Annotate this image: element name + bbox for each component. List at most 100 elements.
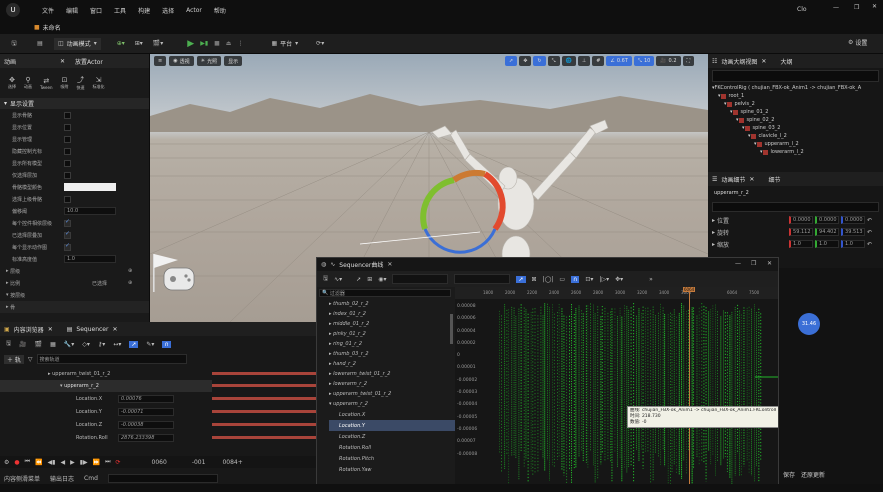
tab-content-browser[interactable]: 内容浏览器 <box>14 325 44 334</box>
tree-row[interactable]: ▾ spine_02_2 <box>712 116 883 124</box>
height-value-field[interactable]: 1.0 <box>64 255 116 263</box>
more-icon[interactable]: » <box>649 276 653 283</box>
film-icon[interactable]: ▦ <box>50 341 56 348</box>
tool-snap[interactable]: ⊡ 吸附 <box>61 76 69 90</box>
angle-snap-button[interactable]: ∠ 0.6T <box>606 56 632 66</box>
gizmo-ring-orange[interactable] <box>452 169 486 183</box>
start-frame[interactable]: -001 <box>192 459 206 466</box>
menu-build[interactable]: 构建 <box>132 6 156 15</box>
maximize-viewport-icon[interactable]: ⛶ <box>682 56 695 66</box>
tree-row[interactable]: ▾ clavicle_l_2 <box>712 132 883 140</box>
save-icon[interactable]: 🖫 <box>8 39 20 49</box>
offset-value-field[interactable]: 10.0 <box>64 207 116 215</box>
menu-actor[interactable]: Actor <box>180 7 208 14</box>
location-x-field[interactable]: 0.0000 <box>789 216 814 224</box>
curve-track[interactable]: ▸ ring_01_r_2 <box>329 339 455 349</box>
tree-scrollbar[interactable] <box>450 314 453 344</box>
grid-snap-button[interactable]: # <box>592 56 605 66</box>
menu-select[interactable]: 选择 <box>156 6 180 15</box>
tree-row[interactable]: ▾ upperarm_l_2 <box>712 140 883 148</box>
track-row[interactable]: Rotation.Roll 2876.233398 <box>0 431 212 444</box>
view-icon[interactable]: ◉▾ <box>378 276 386 283</box>
close-button[interactable]: ✕ <box>767 260 772 267</box>
close-icon[interactable]: ✕ <box>749 176 754 183</box>
settings-dropdown[interactable]: ⚙ 设置 <box>848 38 867 47</box>
color-swatch[interactable] <box>64 183 116 191</box>
add-icon[interactable]: ⊕ <box>128 280 132 286</box>
player-start-icon[interactable] <box>153 254 195 292</box>
jump-start-icon[interactable]: ⏮ <box>25 458 30 466</box>
snap-value-icon[interactable]: ⊡▾ <box>585 276 593 283</box>
curve-graph[interactable]: 1800 2000 2200 2400 2600 2800 3000 3200 … <box>455 287 778 491</box>
curve-track[interactable]: Location.X <box>329 409 455 420</box>
magnet-icon[interactable]: ∩ <box>162 340 171 348</box>
location-z-field[interactable]: 0.0000 <box>841 216 866 224</box>
prev-key-icon[interactable]: ⏪ <box>35 459 42 466</box>
transform-icon[interactable]: ↔▾ <box>113 341 121 348</box>
track-value[interactable]: 0.00076 <box>118 394 174 403</box>
rotation-x-field[interactable]: 59.112 <box>789 228 814 236</box>
tab-anim-details[interactable]: 动画细节 <box>721 175 745 184</box>
details-search[interactable] <box>712 202 879 212</box>
close-icon[interactable]: ✕ <box>761 58 766 65</box>
content-drawer-button[interactable]: 内容侧滑菜单 <box>4 474 40 483</box>
straighten-icon[interactable]: ▭ <box>559 276 565 283</box>
lit-button[interactable]: ☀ 光照 <box>196 56 222 66</box>
tree-row[interactable]: ▾ spine_03_2 <box>712 124 883 132</box>
view-icon[interactable]: ◇▾ <box>82 341 90 348</box>
console-input[interactable] <box>107 473 218 483</box>
close-icon[interactable]: ✕ <box>48 326 53 333</box>
next-key-icon[interactable]: ⏩ <box>93 459 100 466</box>
project-tab[interactable]: ■ 未命名 <box>34 23 61 32</box>
scale-x-field[interactable]: 1.0 <box>789 240 814 248</box>
track-search-field[interactable]: 搜索轨道 <box>36 354 187 364</box>
pen-icon[interactable]: ✎▾ <box>146 341 154 348</box>
normalize-icon[interactable]: ⊠ <box>532 276 537 283</box>
checkbox[interactable] <box>64 136 71 143</box>
track-row[interactable]: Location.Y -0.00071 <box>0 405 212 418</box>
eject-icon[interactable]: ⏏ <box>226 40 232 47</box>
reset-icon[interactable]: ↶ <box>867 241 872 248</box>
frame-snap-icon[interactable]: |▷▾ <box>599 276 609 283</box>
close-button[interactable]: ✕ <box>872 3 877 10</box>
mode-dropdown[interactable]: ◫ 动画模式 ▾ <box>54 37 101 50</box>
wrench-icon[interactable]: 🔧▾ <box>64 341 74 348</box>
close-icon[interactable]: ✕ <box>60 58 65 65</box>
frame-badge[interactable]: 31.46 <box>798 313 820 335</box>
settings-icon[interactable]: ⚙ <box>4 459 9 466</box>
curve-mode-icon[interactable]: ∿▾ <box>334 276 342 283</box>
perspective-button[interactable]: ◉ 透视 <box>169 56 194 66</box>
more-icon[interactable]: ⋮ <box>237 40 243 47</box>
menu-help[interactable]: 帮助 <box>208 6 232 15</box>
blueprint-icon[interactable]: ⊞▾ <box>135 40 143 47</box>
add-track-button[interactable]: ＋ 轨 <box>4 354 24 364</box>
curve-track[interactable]: Rotation.Pitch <box>329 453 455 464</box>
minimize-button[interactable]: — <box>833 4 839 11</box>
transform-icon[interactable]: ✥▾ <box>615 276 623 283</box>
show-button[interactable]: 显示 <box>224 56 243 66</box>
tab-anim-outliner[interactable]: 动画大纲视图 <box>721 57 757 66</box>
play-icon[interactable]: ▶ <box>187 39 194 49</box>
cinematics-icon[interactable]: 🎬▾ <box>153 40 163 47</box>
tree-row[interactable]: ▾ pelvis_2 <box>712 100 883 108</box>
close-icon[interactable]: ✕ <box>112 326 117 333</box>
content-icon[interactable]: ▤ <box>34 40 46 47</box>
reset-icon[interactable]: ↶ <box>867 217 872 224</box>
select-icon[interactable]: ➚ <box>516 275 526 283</box>
display-settings-header[interactable]: ▾ 显示设置 <box>0 98 149 109</box>
step-icon[interactable]: ▶▮ <box>200 40 208 47</box>
track-row[interactable]: Location.X 0.00076 <box>0 392 212 405</box>
curve-track[interactable]: ▸ thumb_03_r_2 <box>329 349 455 359</box>
prev-frame-icon[interactable]: ◀▮ <box>48 459 56 466</box>
checkbox[interactable] <box>64 172 71 179</box>
record-icon[interactable]: ● <box>14 459 19 466</box>
rotation-z-field[interactable]: 39.513 <box>841 228 866 236</box>
save-all-button[interactable]: 保存 <box>783 470 795 479</box>
curve-track[interactable]: ▸ thumb_02_r_2 <box>329 299 455 309</box>
tab-place-actor[interactable]: 放置Actor <box>75 57 103 66</box>
current-frame[interactable]: 0060 <box>152 459 167 466</box>
curve-track[interactable]: ▸ upperarm_twist_01_r_2 <box>329 389 455 399</box>
scale-icon[interactable]: ⤡ <box>547 56 560 66</box>
checkbox[interactable] <box>64 242 71 251</box>
track-row[interactable]: ▾ upperarm_r_2 <box>0 380 212 392</box>
